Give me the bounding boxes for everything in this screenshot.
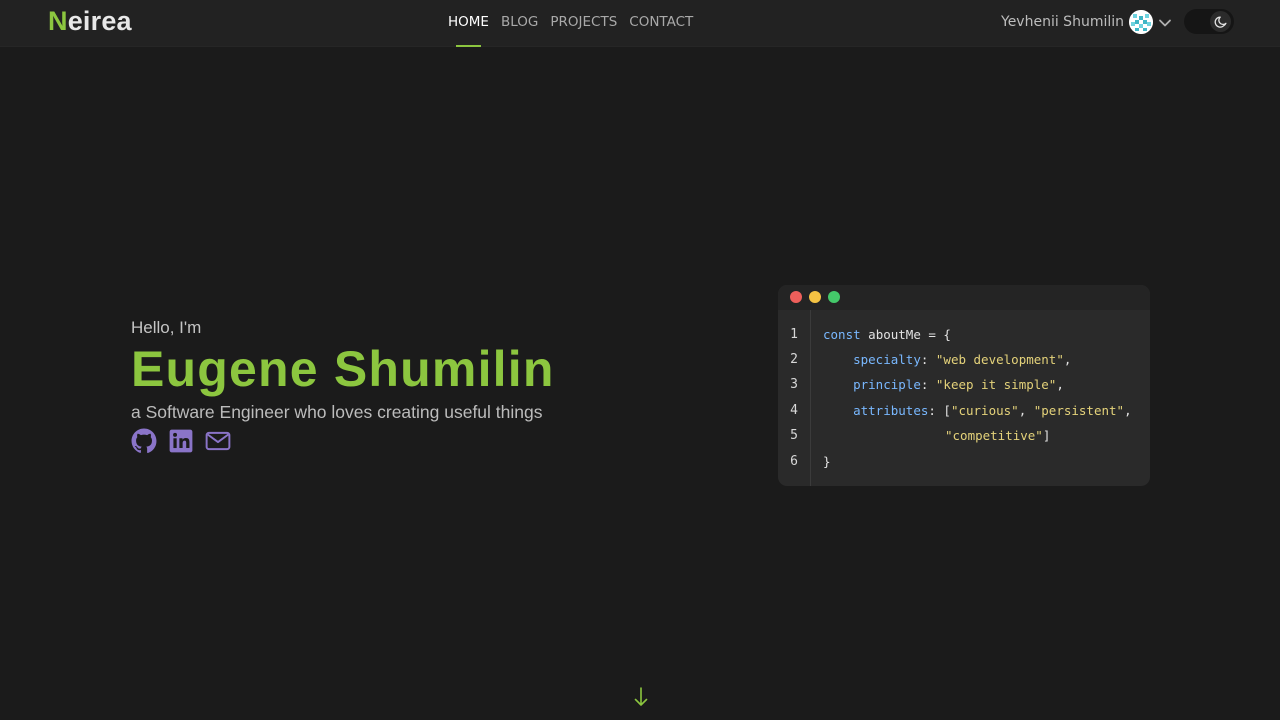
code-punct: , [1056, 377, 1064, 392]
mail-icon [205, 431, 231, 451]
code-key: attributes [853, 403, 929, 418]
chevron-down-icon[interactable] [1158, 16, 1172, 30]
code-line: } [823, 454, 831, 469]
code-punct: : [920, 377, 936, 392]
line-number: 6 [790, 454, 798, 469]
line-number-gutter: 1 2 3 4 5 6 [778, 310, 811, 486]
code-punct: : [ [928, 403, 951, 418]
arrow-down-icon [634, 687, 648, 706]
code-punct: , [1018, 403, 1034, 418]
code-punct: : [920, 352, 936, 367]
site-header: Neirea HOME BLOG PROJECTS CONTACT Yevhen… [0, 0, 1280, 47]
user-name[interactable]: Yevhenii Shumilin [1001, 14, 1124, 30]
logo-rest: eirea [67, 6, 132, 36]
hero-tagline: a Software Engineer who loves creating u… [131, 402, 543, 422]
line-number: 1 [790, 327, 798, 342]
window-dot-red [790, 291, 802, 303]
scroll-down-button[interactable] [632, 685, 650, 709]
line-number: 5 [790, 428, 798, 443]
code-punct: ] [1042, 428, 1051, 443]
main-nav: HOME BLOG PROJECTS CONTACT [448, 0, 705, 47]
code-punct: = { [920, 327, 951, 342]
code-string: "web development" [935, 352, 1064, 367]
code-line: principle: "keep it simple", [823, 377, 1064, 392]
line-number: 4 [790, 403, 798, 418]
linkedin-link[interactable] [168, 428, 194, 454]
code-line: specialty: "web development", [823, 352, 1071, 367]
code-string: "keep it simple" [935, 377, 1057, 392]
code-punct: , [1124, 403, 1132, 418]
window-dot-yellow [809, 291, 821, 303]
line-number: 2 [790, 352, 798, 367]
pixel-avatar-icon[interactable] [1129, 10, 1153, 34]
code-identifier: aboutMe [868, 327, 921, 342]
code-key: principle [853, 377, 921, 392]
code-body: 1 2 3 4 5 6 const aboutMe = { specialty:… [778, 310, 1150, 486]
code-punct: , [1063, 352, 1072, 367]
nav-projects[interactable]: PROJECTS [550, 0, 617, 46]
mail-link[interactable] [205, 428, 231, 454]
nav-blog[interactable]: BLOG [501, 0, 538, 46]
code-line: attributes: ["curious", "persistent", [823, 403, 1132, 418]
site-logo[interactable]: Neirea [48, 6, 132, 37]
theme-toggle[interactable] [1184, 9, 1234, 34]
line-number: 3 [790, 377, 798, 392]
moon-icon [1210, 11, 1231, 32]
code-line: const aboutMe = { [823, 327, 951, 342]
window-dot-green [828, 291, 840, 303]
code-string: "persistent" [1033, 403, 1125, 418]
linkedin-icon [169, 429, 193, 453]
hero-greeting: Hello, I'm [131, 318, 202, 337]
nav-home[interactable]: HOME [448, 0, 489, 47]
social-links [131, 428, 242, 454]
github-icon [131, 428, 157, 453]
logo-first-letter: N [48, 6, 68, 36]
code-string: "curious" [950, 403, 1019, 418]
code-window-titlebar [778, 285, 1150, 310]
code-key: specialty [853, 352, 921, 367]
code-window: 1 2 3 4 5 6 const aboutMe = { specialty:… [778, 285, 1150, 486]
code-punct: } [823, 454, 831, 469]
nav-contact[interactable]: CONTACT [629, 0, 693, 46]
code-string: "competitive" [945, 428, 1043, 443]
github-link[interactable] [131, 428, 157, 454]
code-line: "competitive"] [945, 428, 1050, 443]
hero-name: Eugene Shumilin [131, 341, 555, 397]
code-keyword: const [823, 327, 861, 342]
